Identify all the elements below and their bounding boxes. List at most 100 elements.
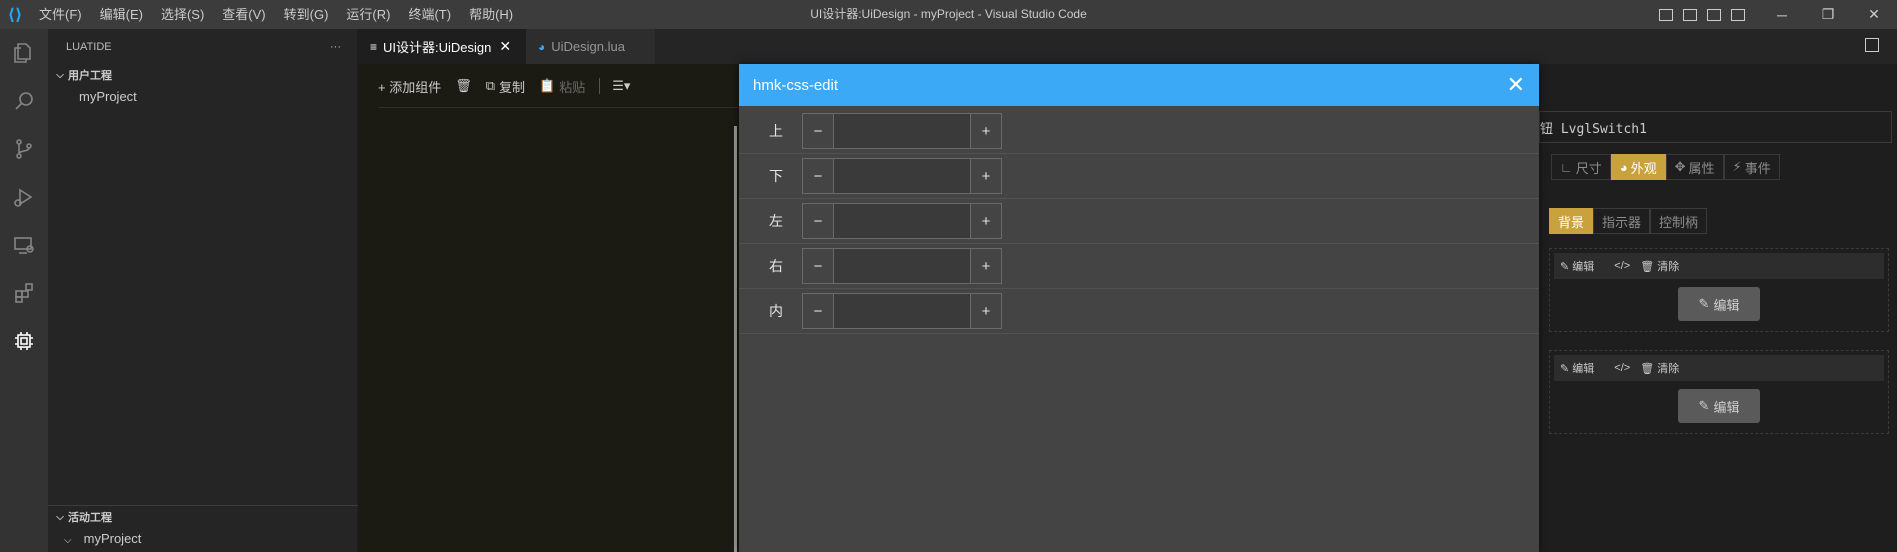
run-debug-icon[interactable]	[0, 173, 48, 221]
style-panel-1: ✎ 编辑 </> 🗑 清除 ✎ 编辑	[1549, 248, 1889, 332]
decrement-button[interactable]: −	[803, 294, 833, 328]
menu-terminal[interactable]: 终端(T)	[399, 0, 460, 29]
toggle-secondary-sidebar-icon[interactable]	[1707, 8, 1721, 21]
restore-button[interactable]: ❐	[1805, 6, 1851, 23]
row-bottom: 下 − +	[739, 154, 1539, 199]
clear-link[interactable]: 🗑 清除	[1640, 258, 1689, 274]
tab-label: 尺寸	[1575, 160, 1602, 176]
tab-label: 外观	[1630, 160, 1657, 176]
explorer-icon[interactable]	[0, 29, 48, 77]
decrement-button[interactable]: −	[803, 204, 833, 238]
menu-selection[interactable]: 选择(S)	[152, 0, 213, 29]
more-actions-icon[interactable]: ···	[330, 41, 341, 53]
split-editor-icon[interactable]	[1865, 38, 1879, 52]
decrement-button[interactable]: −	[803, 249, 833, 283]
tree-item-active-project[interactable]: ⌵ myProject	[48, 528, 358, 550]
tab-events[interactable]: ⚡ 事件	[1723, 154, 1780, 180]
bottom-value-input[interactable]	[833, 159, 971, 193]
size-icon: ∟	[1560, 159, 1573, 175]
edit-button[interactable]: ✎ 编辑	[1678, 389, 1760, 423]
tab-size[interactable]: ∟ 尺寸	[1551, 154, 1611, 180]
menu-go[interactable]: 转到(G)	[275, 0, 338, 29]
bolt-icon: ⚡	[1732, 159, 1742, 174]
menu-bar: 文件(F) 编辑(E) 选择(S) 查看(V) 转到(G) 运行(R) 终端(T…	[30, 0, 522, 29]
tree-item-project[interactable]: myProject	[48, 86, 357, 108]
toggle-sidebar-icon[interactable]	[1659, 8, 1673, 21]
remote-explorer-icon[interactable]	[0, 221, 48, 269]
tab-attributes[interactable]: ✥ 属性	[1665, 154, 1724, 180]
tab-uidesign-lua[interactable]: ◕ UiDesign.lua	[526, 29, 656, 64]
right-stepper: − +	[802, 248, 1002, 284]
code-icon[interactable]: </>	[1614, 362, 1630, 374]
menu-file[interactable]: 文件(F)	[30, 0, 91, 29]
edit-label: 编辑	[1572, 261, 1595, 273]
chevron-down-icon: ⌵	[64, 535, 72, 546]
menu-view[interactable]: 查看(V)	[213, 0, 274, 29]
tab-background[interactable]: 背景	[1549, 208, 1594, 234]
menu-edit[interactable]: 编辑(E)	[91, 0, 152, 29]
paste-button[interactable]: 📋 粘贴	[539, 77, 585, 96]
top-value-input[interactable]	[833, 114, 971, 148]
clear-label: 清除	[1657, 363, 1680, 375]
code-icon[interactable]: </>	[1614, 260, 1630, 272]
css-edit-dialog: hmk-css-edit ✕ 上 − + 下 − + 左 − + 右 − + 内…	[739, 64, 1539, 552]
toggle-panel-icon[interactable]	[1683, 8, 1697, 21]
extensions-icon[interactable]	[0, 269, 48, 317]
close-dialog-icon[interactable]: ✕	[1507, 74, 1525, 96]
search-icon[interactable]	[0, 77, 48, 125]
row-label: 内	[769, 303, 783, 319]
style-panel-2: ✎ 编辑 </> 🗑 清除 ✎ 编辑	[1549, 350, 1889, 434]
editor-tabs: ≡ UI设计器:UiDesign ✕ ◕ UiDesign.lua	[358, 29, 1897, 64]
chip-icon[interactable]	[0, 317, 48, 365]
right-value-input[interactable]	[833, 249, 971, 283]
decrement-button[interactable]: −	[803, 114, 833, 148]
activity-bar	[0, 29, 48, 552]
component-name: 钮 LvglSwitch1	[1539, 111, 1892, 143]
clear-link[interactable]: 🗑 清除	[1640, 360, 1689, 376]
left-value-input[interactable]	[833, 204, 971, 238]
copy-button[interactable]: ⧉ 复制	[486, 77, 525, 96]
panel-actions: ✎ 编辑 </> 🗑 清除	[1554, 253, 1884, 279]
tab-indicator[interactable]: 指示器	[1593, 208, 1651, 234]
row-label: 左	[769, 213, 783, 229]
tab-label: UI设计器:UiDesign	[383, 40, 492, 55]
tab-label: 属性	[1688, 160, 1715, 176]
canvas-scrollbar[interactable]	[734, 126, 737, 552]
section-title: 活动工程	[68, 512, 112, 524]
row-label: 右	[769, 258, 783, 274]
decrement-button[interactable]: −	[803, 159, 833, 193]
tab-ui-designer[interactable]: ≡ UI设计器:UiDesign ✕	[358, 29, 526, 64]
inner-value-input[interactable]	[833, 294, 971, 328]
inner-stepper: − +	[802, 293, 1002, 329]
increment-button[interactable]: +	[971, 294, 1001, 328]
delete-icon[interactable]: 🗑	[455, 78, 472, 94]
lua-file-icon: ◕	[538, 39, 546, 54]
section-user-projects[interactable]: ⌵ 用户工程	[48, 64, 357, 86]
edit-button[interactable]: ✎ 编辑	[1678, 287, 1760, 321]
tab-appearance[interactable]: ◕ 外观	[1610, 154, 1666, 180]
close-icon[interactable]: ✕	[499, 38, 511, 55]
close-window-button[interactable]: ✕	[1851, 6, 1897, 23]
edit-link[interactable]: ✎ 编辑	[1560, 360, 1604, 376]
tree-item-label: myProject	[83, 531, 142, 546]
increment-button[interactable]: +	[971, 114, 1001, 148]
increment-button[interactable]: +	[971, 159, 1001, 193]
dialog-title: hmk-css-edit	[753, 76, 839, 94]
tab-knob[interactable]: 控制柄	[1650, 208, 1708, 234]
section-active-projects[interactable]: ⌵ 活动工程	[48, 506, 358, 528]
more-menu-icon[interactable]: ☰▾	[612, 78, 630, 94]
customize-layout-icon[interactable]	[1731, 8, 1745, 21]
menu-help[interactable]: 帮助(H)	[460, 0, 522, 29]
dialog-body: 上 − + 下 − + 左 − + 右 − + 内 − +	[739, 106, 1539, 334]
designer-toolbar: + 添加组件 🗑 ⧉ 复制 📋 粘贴 ☰▾	[378, 72, 644, 100]
minimize-button[interactable]: ─	[1759, 7, 1805, 23]
edit-link[interactable]: ✎ 编辑	[1560, 258, 1604, 274]
increment-button[interactable]: +	[971, 249, 1001, 283]
menu-run[interactable]: 运行(R)	[337, 0, 399, 29]
menu-lines-icon: ≡	[370, 39, 378, 54]
palette-icon: ◕	[1619, 159, 1628, 175]
source-control-icon[interactable]	[0, 125, 48, 173]
button-label: 编辑	[1713, 399, 1740, 415]
increment-button[interactable]: +	[971, 204, 1001, 238]
add-component-button[interactable]: + 添加组件	[378, 77, 441, 96]
